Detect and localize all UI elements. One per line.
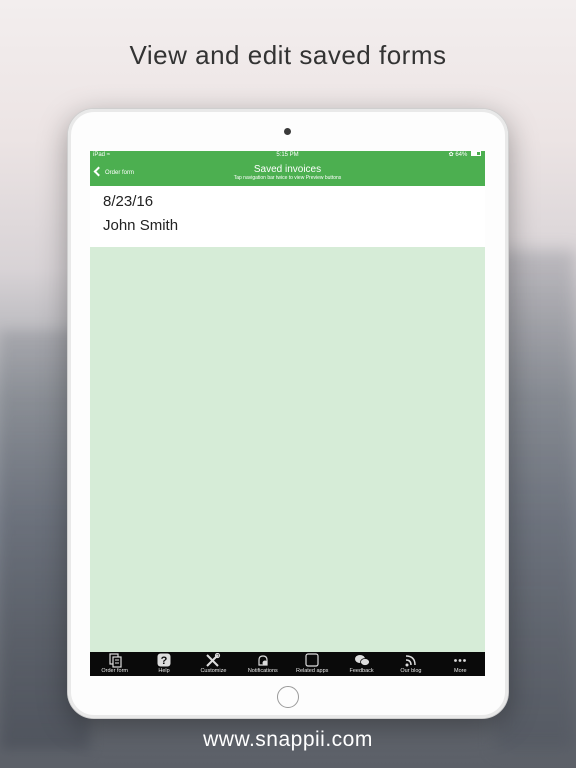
tools-icon xyxy=(206,653,221,667)
status-battery: ✿ 64% xyxy=(449,151,481,160)
help-icon: ? xyxy=(157,653,171,667)
promo-headline: View and edit saved forms xyxy=(129,40,447,70)
navigation-bar[interactable]: Order form Saved invoices Tap navigation… xyxy=(90,160,485,186)
page-title: Saved invoices xyxy=(253,164,322,175)
background-blur-right xyxy=(496,250,576,750)
more-icon xyxy=(454,659,467,662)
related-apps-icon xyxy=(305,653,319,667)
tab-label: Related apps xyxy=(295,668,329,674)
tab-feedback[interactable]: Feedback xyxy=(337,652,386,676)
tab-label: Help xyxy=(158,668,170,674)
saved-invoices-list: 8/23/16 John Smith xyxy=(90,186,485,247)
status-bar: iPad ≈ 5:15 PM ✿ 64% xyxy=(90,151,485,160)
tab-label: Order form xyxy=(101,668,128,674)
tab-label: More xyxy=(454,668,467,674)
tab-help[interactable]: ? Help xyxy=(139,652,188,676)
page-subtitle: Tap navigation bar twice to view Preview… xyxy=(233,175,342,181)
tab-more[interactable]: More xyxy=(436,652,485,676)
status-time: 5:15 PM xyxy=(276,152,299,158)
front-camera xyxy=(284,128,291,135)
notifications-icon xyxy=(258,655,268,666)
ipad-device-frame: iPad ≈ 5:15 PM ✿ 64% Order form Saved in… xyxy=(68,109,508,718)
list-item[interactable]: 8/23/16 John Smith xyxy=(103,192,178,236)
tab-label: Notifications xyxy=(247,668,278,674)
rss-icon xyxy=(405,655,416,667)
tab-bar: Order form ? Help Customize Notification… xyxy=(90,652,485,676)
bluetooth-icon: ✿ xyxy=(448,152,454,158)
tab-label: Feedback xyxy=(349,668,374,674)
svg-text:?: ? xyxy=(161,655,168,667)
tab-notifications[interactable]: Notifications xyxy=(238,652,287,676)
tab-customize[interactable]: Customize xyxy=(189,652,238,676)
app-screen: iPad ≈ 5:15 PM ✿ 64% Order form Saved in… xyxy=(90,151,485,676)
tab-label: Customize xyxy=(200,668,227,674)
tab-order-form[interactable]: Order form xyxy=(90,652,139,676)
battery-icon xyxy=(471,151,481,156)
feedback-icon xyxy=(354,655,370,666)
battery-percentage: 64% xyxy=(455,152,468,158)
order-form-icon xyxy=(109,653,122,668)
invoice-date: 8/23/16 xyxy=(103,193,154,210)
promo-footer-url: www.snappii.com xyxy=(203,728,373,751)
invoice-customer-name: John Smith xyxy=(103,217,179,234)
tab-label: Our blog xyxy=(400,668,422,674)
tab-related-apps[interactable]: Related apps xyxy=(288,652,337,676)
tab-our-blog[interactable]: Our blog xyxy=(386,652,435,676)
home-button[interactable] xyxy=(277,686,299,708)
